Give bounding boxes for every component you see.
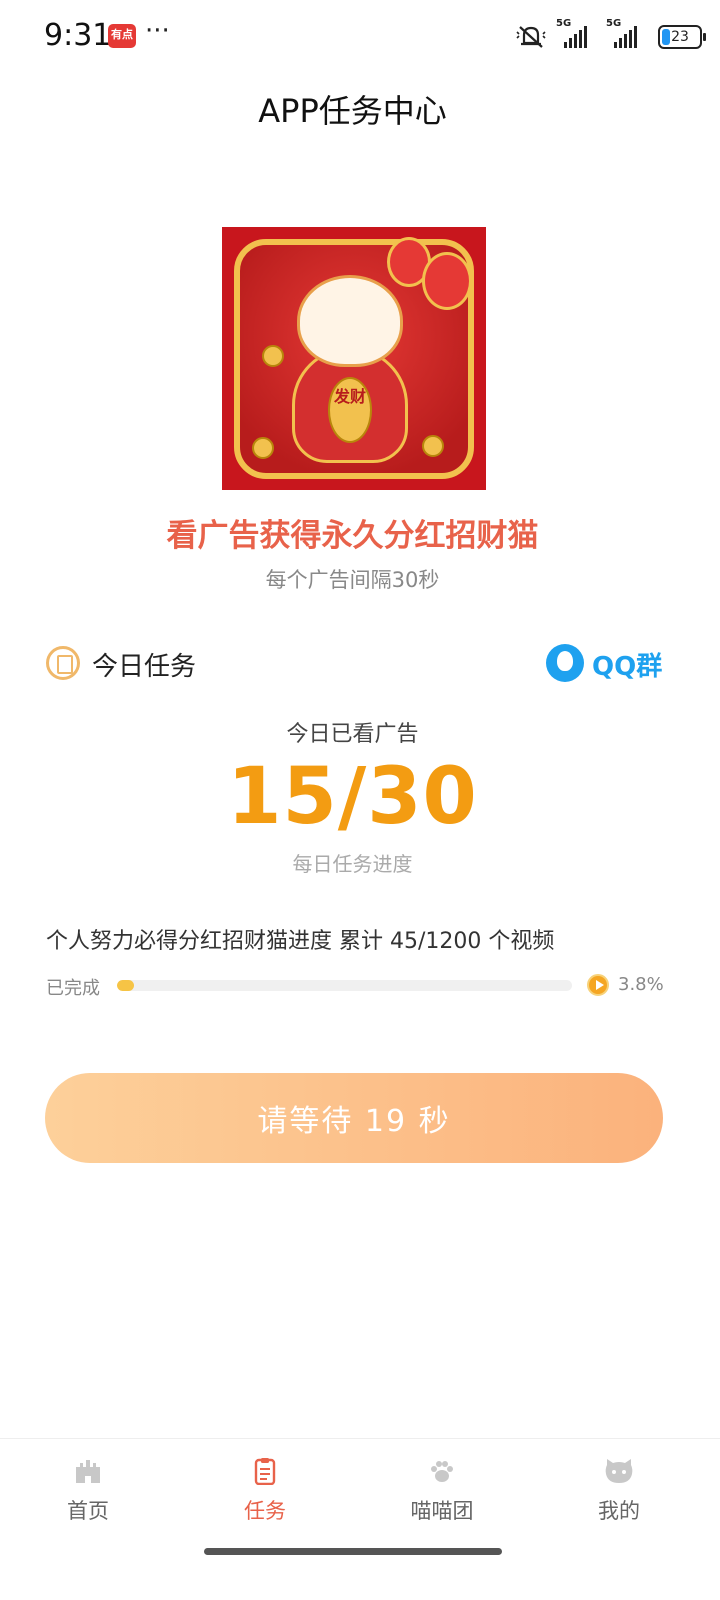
more-notifications-icon: ··· bbox=[145, 16, 170, 46]
tasks-section-title: 今日任务 bbox=[92, 652, 197, 682]
signal-strength-icon-2: 5G bbox=[606, 18, 648, 48]
nav-item-home[interactable]: 首页 bbox=[28, 1457, 148, 1537]
signal-strength-icon: 5G bbox=[556, 18, 596, 48]
nav-item-tasks[interactable]: 任务 bbox=[205, 1457, 325, 1537]
watched-ads-count: 15/30 bbox=[227, 752, 478, 842]
qq-group-link[interactable]: QQ群 bbox=[592, 646, 662, 683]
nav-item-mine[interactable]: 我的 bbox=[559, 1457, 679, 1537]
home-indicator[interactable] bbox=[204, 1548, 502, 1555]
status-indicators: 5G 5G 23 bbox=[516, 18, 706, 52]
watched-ads-label: 今日已看广告 bbox=[286, 722, 419, 747]
status-time: 9:31 bbox=[44, 18, 112, 53]
calendar-icon bbox=[46, 646, 80, 680]
wait-button[interactable]: 请等待 19 秒 bbox=[45, 1073, 663, 1163]
progress-bar-fill bbox=[117, 980, 135, 991]
progress-bar bbox=[117, 980, 572, 991]
nav-label-tasks: 任务 bbox=[244, 1499, 286, 1523]
nav-label-mine: 我的 bbox=[598, 1499, 640, 1523]
lantern-icon bbox=[422, 252, 472, 310]
personal-progress-text: 个人努力必得分红招财猫进度 累计 45/1200 个视频 bbox=[46, 929, 555, 954]
lucky-cat-image: 发财 bbox=[222, 227, 486, 490]
status-bar: 9:31 有点 ··· 5G 5G 23 bbox=[0, 0, 720, 76]
play-icon bbox=[587, 974, 609, 996]
gold-coin-icon bbox=[422, 435, 444, 457]
gold-coin-icon bbox=[262, 345, 284, 367]
battery-icon: 23 bbox=[658, 25, 706, 49]
clipboard-icon bbox=[254, 1458, 276, 1485]
promo-headline: 看广告获得永久分红招财猫 bbox=[166, 518, 539, 554]
daily-progress-label: 每日任务进度 bbox=[292, 852, 413, 876]
gold-coin-icon bbox=[252, 437, 274, 459]
page-title: APP任务中心 bbox=[258, 92, 447, 130]
fortune-coin: 发财 bbox=[328, 377, 372, 443]
cat-face-icon bbox=[605, 1459, 633, 1483]
castle-icon bbox=[76, 1460, 100, 1483]
cat-head bbox=[297, 275, 403, 367]
bottom-nav: 首页 任务 喵喵团 我的 bbox=[0, 1438, 720, 1600]
app-notification-icon: 有点 bbox=[108, 24, 136, 48]
completed-label: 已完成 bbox=[46, 978, 100, 999]
promo-subline: 每个广告间隔30秒 bbox=[265, 568, 440, 592]
nav-item-meow-group[interactable]: 喵喵团 bbox=[382, 1457, 502, 1537]
nav-label-home: 首页 bbox=[67, 1499, 109, 1523]
progress-percent: 3.8% bbox=[618, 974, 664, 995]
mute-bell-icon bbox=[516, 26, 546, 48]
qq-penguin-icon[interactable] bbox=[546, 644, 584, 682]
paw-icon bbox=[431, 1461, 453, 1482]
nav-label-meow-group: 喵喵团 bbox=[410, 1499, 474, 1523]
